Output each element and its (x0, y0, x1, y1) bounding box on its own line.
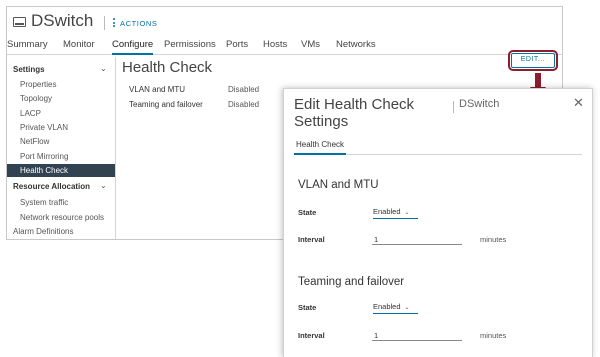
actions-label: ACTIONS (120, 18, 158, 28)
dialog-title: Edit Health Check Settings (294, 96, 415, 130)
sidebar-item-topology[interactable]: Topology (20, 94, 52, 103)
tab-networks[interactable]: Networks (336, 39, 376, 55)
dialog-title-divider (453, 101, 454, 113)
vlan-mtu-state-value: Enabled (373, 207, 401, 216)
tab-bar: Summary Monitor Configure Permissions Po… (7, 39, 562, 55)
edit-button[interactable]: EDIT... (508, 50, 558, 71)
row-label-teaming-failover: Teaming and failover (129, 100, 203, 109)
tab-permissions[interactable]: Permissions (164, 39, 216, 55)
title-divider (104, 16, 105, 30)
sidebar-header-resource-allocation[interactable]: Resource Allocation (13, 182, 90, 191)
sidebar-item-system-traffic[interactable]: System traffic (20, 198, 68, 207)
vlan-mtu-state-select[interactable]: Enabled ⌄ (373, 207, 418, 219)
interval-label: Interval (298, 235, 325, 244)
interval-units: minutes (480, 235, 507, 244)
row-label-vlan-mtu: VLAN and MTU (129, 85, 186, 94)
state-label: State (298, 303, 317, 312)
tab-ports[interactable]: Ports (226, 39, 248, 55)
teaming-failover-interval-input[interactable] (372, 330, 462, 341)
chevron-down-icon[interactable]: ⌄ (100, 181, 107, 190)
object-title: DSwitch (31, 11, 94, 30)
edit-health-check-dialog: Edit Health Check Settings DSwitch ✕ Hea… (283, 88, 593, 357)
tab-configure[interactable]: Configure (112, 39, 154, 55)
arrow-down-icon (535, 73, 541, 88)
dialog-tab-health-check[interactable]: Health Check (294, 140, 347, 155)
sidebar-item-alarm-definitions[interactable]: Alarm Definitions (13, 227, 73, 236)
tab-monitor[interactable]: Monitor (63, 39, 95, 55)
tab-hosts[interactable]: Hosts (263, 39, 287, 55)
interval-label: Interval (298, 331, 325, 340)
interval-units: minutes (480, 331, 507, 340)
dswitch-icon (13, 17, 26, 27)
page-title: Health Check (122, 59, 213, 76)
row-value-teaming-failover: Disabled (228, 100, 260, 109)
sidebar-item-network-resource-pools[interactable]: Network resource pools (20, 213, 104, 222)
vlan-mtu-interval-input[interactable] (372, 234, 462, 245)
sidebar-item-private-vlan[interactable]: Private VLAN (20, 123, 68, 132)
sidebar-item-port-mirroring[interactable]: Port Mirroring (20, 152, 68, 161)
state-label: State (298, 208, 317, 217)
tab-vms[interactable]: VMs (301, 39, 320, 55)
vertical-dots-icon (113, 18, 115, 29)
section-title-teaming-failover: Teaming and failover (298, 276, 405, 288)
sidebar-header-settings[interactable]: Settings (13, 65, 45, 74)
sidebar-item-lacp[interactable]: LACP (20, 109, 41, 118)
row-value-vlan-mtu: Disabled (228, 85, 260, 94)
title-bar: DSwitch ACTIONS (7, 7, 562, 35)
dialog-tab-bar: Health Check (294, 140, 582, 155)
tab-summary[interactable]: Summary (7, 39, 48, 55)
teaming-failover-state-select[interactable]: Enabled ⌄ (373, 302, 418, 314)
section-title-vlan-mtu: VLAN and MTU (298, 179, 379, 191)
sidebar-item-properties[interactable]: Properties (20, 80, 56, 89)
dialog-subtitle: DSwitch (459, 98, 500, 110)
sidebar-item-health-check[interactable]: Health Check (7, 164, 115, 177)
chevron-down-icon[interactable]: ⌄ (100, 64, 107, 73)
sidebar: Settings ⌄ Properties Topology LACP Priv… (7, 57, 116, 239)
teaming-failover-state-value: Enabled (373, 302, 401, 311)
close-icon[interactable]: ✕ (573, 95, 584, 111)
sidebar-item-netflow[interactable]: NetFlow (20, 137, 49, 146)
chevron-down-icon: ⌄ (404, 210, 410, 216)
actions-menu[interactable]: ACTIONS (113, 18, 158, 29)
chevron-down-icon: ⌄ (404, 305, 410, 311)
